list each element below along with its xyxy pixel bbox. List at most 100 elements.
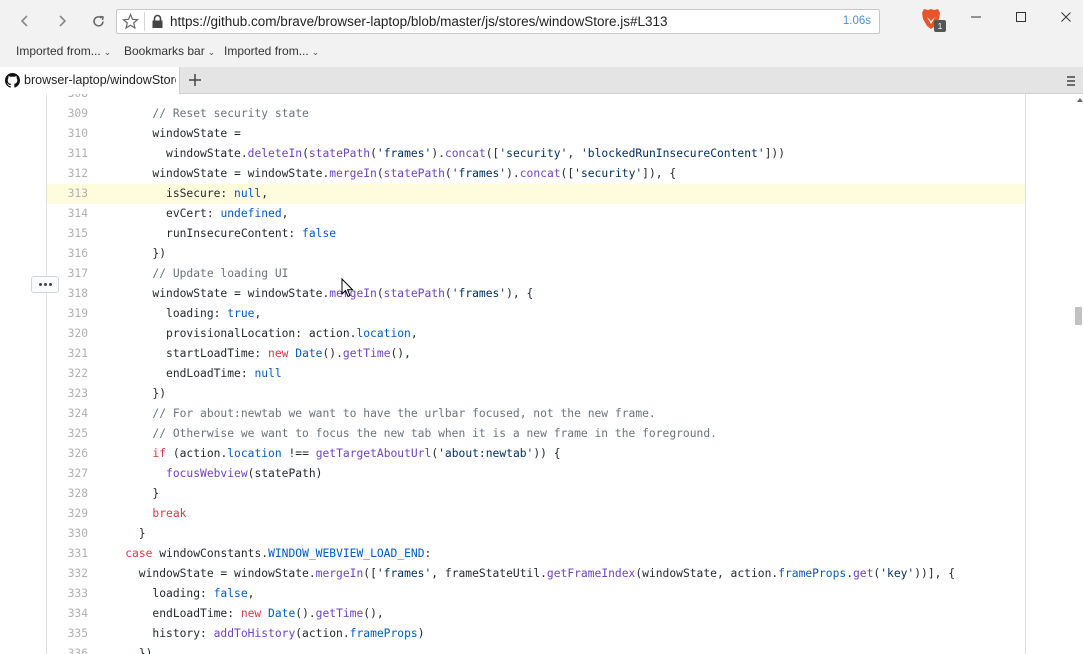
code-line: 330 }	[47, 524, 1025, 544]
reload-button[interactable]	[87, 10, 109, 32]
url-text[interactable]: https://github.com/brave/browser-laptop/…	[170, 14, 668, 29]
code-text: endLoadTime: new Date().getTime(),	[98, 607, 384, 620]
code-text: break	[152, 507, 187, 520]
code-text: })	[98, 387, 167, 400]
code-line: 315 runInsecureContent: false	[47, 224, 1025, 244]
brave-shields-button[interactable]: 1	[920, 7, 946, 33]
line-number[interactable]: 308	[47, 94, 88, 104]
lock-icon[interactable]	[151, 14, 164, 29]
address-bar[interactable]: https://github.com/brave/browser-laptop/…	[116, 9, 880, 34]
code-text: windowState = windowState.mergeIn(['fram…	[98, 567, 956, 580]
code-text: history: addToHistory(action.frameProps)	[98, 627, 425, 640]
line-number[interactable]: 336	[47, 644, 88, 654]
tab-menu-button[interactable]	[1066, 74, 1080, 88]
code-line: 309 // Reset security state	[47, 104, 1025, 124]
back-button[interactable]	[14, 10, 36, 32]
line-number[interactable]: 319	[47, 304, 88, 324]
code-line: 336 })	[47, 644, 1025, 654]
close-window-button[interactable]	[1056, 8, 1076, 26]
code-line: 334 endLoadTime: new Date().getTime(),	[47, 604, 1025, 624]
code-line: 335 history: addToHistory(action.framePr…	[47, 624, 1025, 644]
code-line: 311 windowState.deleteIn(statePath('fram…	[47, 144, 1025, 164]
code-text: runInsecureContent: false	[98, 227, 337, 240]
tab-windowstore[interactable]: browser-laptop/windowStore.js at master	[0, 67, 180, 94]
code-line: 310 windowState =	[47, 124, 1025, 144]
bookmark-star-icon[interactable]	[122, 13, 139, 30]
code-line: 326 if (action.location !== getTargetAbo…	[47, 444, 1025, 464]
plus-icon	[189, 74, 201, 86]
code-text: endLoadTime: null	[98, 367, 282, 380]
line-number[interactable]: 324	[47, 404, 88, 424]
line-number[interactable]: 333	[47, 584, 88, 604]
bookmark-folder-bookmarks-bar[interactable]: Bookmarks bar ⌄	[124, 44, 215, 58]
code-line: 332 windowState = windowState.mergeIn(['…	[47, 564, 1025, 584]
bookmark-folder-imported-2[interactable]: Imported from... ⌄	[224, 44, 319, 58]
line-number[interactable]: 328	[47, 484, 88, 504]
code-line: 308	[47, 94, 1025, 104]
line-number[interactable]: 334	[47, 604, 88, 624]
mouse-cursor-icon	[341, 278, 354, 298]
bookmark-folder-label: Bookmarks bar	[124, 44, 205, 58]
line-number[interactable]: 313	[47, 184, 88, 204]
github-icon	[5, 73, 20, 88]
line-number[interactable]: 310	[47, 124, 88, 144]
line-number[interactable]: 331	[47, 544, 88, 564]
code-text: loading: true,	[98, 307, 262, 320]
code-text: }	[98, 527, 146, 540]
browser-toolbar: https://github.com/brave/browser-laptop/…	[0, 0, 1083, 67]
load-time: 1.06s	[842, 15, 871, 27]
line-number[interactable]: 309	[47, 104, 88, 124]
code-text: if (action.location !== getTargetAboutUr…	[152, 447, 561, 460]
close-icon	[1061, 12, 1071, 22]
code-text: loading: false,	[98, 587, 255, 600]
forward-button[interactable]	[51, 10, 73, 32]
line-number[interactable]: 327	[47, 464, 88, 484]
ellipsis-dot	[48, 283, 52, 286]
new-tab-button[interactable]	[186, 71, 204, 89]
code-text: windowState =	[98, 127, 241, 140]
code-line: 317 // Update loading UI	[47, 264, 1025, 284]
code-text: // Reset security state	[152, 107, 309, 120]
line-number[interactable]: 332	[47, 564, 88, 584]
arrow-left-icon	[20, 15, 28, 27]
line-actions-button[interactable]	[31, 276, 59, 293]
line-number[interactable]: 315	[47, 224, 88, 244]
line-number[interactable]: 335	[47, 624, 88, 644]
code-text: // Otherwise we want to focus the new ta…	[152, 427, 717, 440]
code-line: 318 windowState = windowState.mergeIn(st…	[47, 284, 1025, 304]
vertical-scrollbar[interactable]	[1069, 94, 1083, 654]
code-text: }	[98, 487, 160, 500]
code-line: 323 })	[47, 384, 1025, 404]
line-number[interactable]: 312	[47, 164, 88, 184]
line-number[interactable]: 326	[47, 444, 88, 464]
line-number[interactable]: 320	[47, 324, 88, 344]
line-number[interactable]: 311	[47, 144, 88, 164]
code-text: // For about:newtab we want to have the …	[152, 407, 656, 420]
line-number[interactable]: 323	[47, 384, 88, 404]
maximize-button[interactable]	[1011, 8, 1031, 26]
arrow-right-icon	[59, 15, 67, 27]
line-number[interactable]: 314	[47, 204, 88, 224]
line-number[interactable]: 322	[47, 364, 88, 384]
line-number[interactable]: 321	[47, 344, 88, 364]
code-line: 325 // Otherwise we want to focus the ne…	[47, 424, 1025, 444]
code-text: // Update loading UI	[152, 267, 289, 280]
bookmark-folder-label: Imported from...	[16, 44, 101, 58]
line-number[interactable]: 330	[47, 524, 88, 544]
minimize-button[interactable]	[966, 8, 986, 26]
tab-title: browser-laptop/windowStore.js at master	[24, 73, 176, 87]
code-line: 319 loading: true,	[47, 304, 1025, 324]
scroll-up-arrow-icon[interactable]	[1077, 98, 1083, 102]
code-line: 313 isSecure: null,	[47, 184, 1025, 204]
chevron-down-icon: ⌄	[103, 47, 112, 57]
line-number[interactable]: 329	[47, 504, 88, 524]
code-text: windowState = windowState.mergeIn(stateP…	[98, 167, 677, 180]
line-number[interactable]: 316	[47, 244, 88, 264]
code-line: 316 })	[47, 244, 1025, 264]
bookmark-folder-imported-1[interactable]: Imported from... ⌄	[16, 44, 111, 58]
line-number[interactable]: 325	[47, 424, 88, 444]
ellipsis-dot	[43, 283, 47, 286]
code-line: 333 loading: false,	[47, 584, 1025, 604]
code-text: case windowConstants.WINDOW_WEBVIEW_LOAD…	[125, 547, 432, 560]
scrollbar-thumb[interactable]	[1075, 307, 1082, 325]
